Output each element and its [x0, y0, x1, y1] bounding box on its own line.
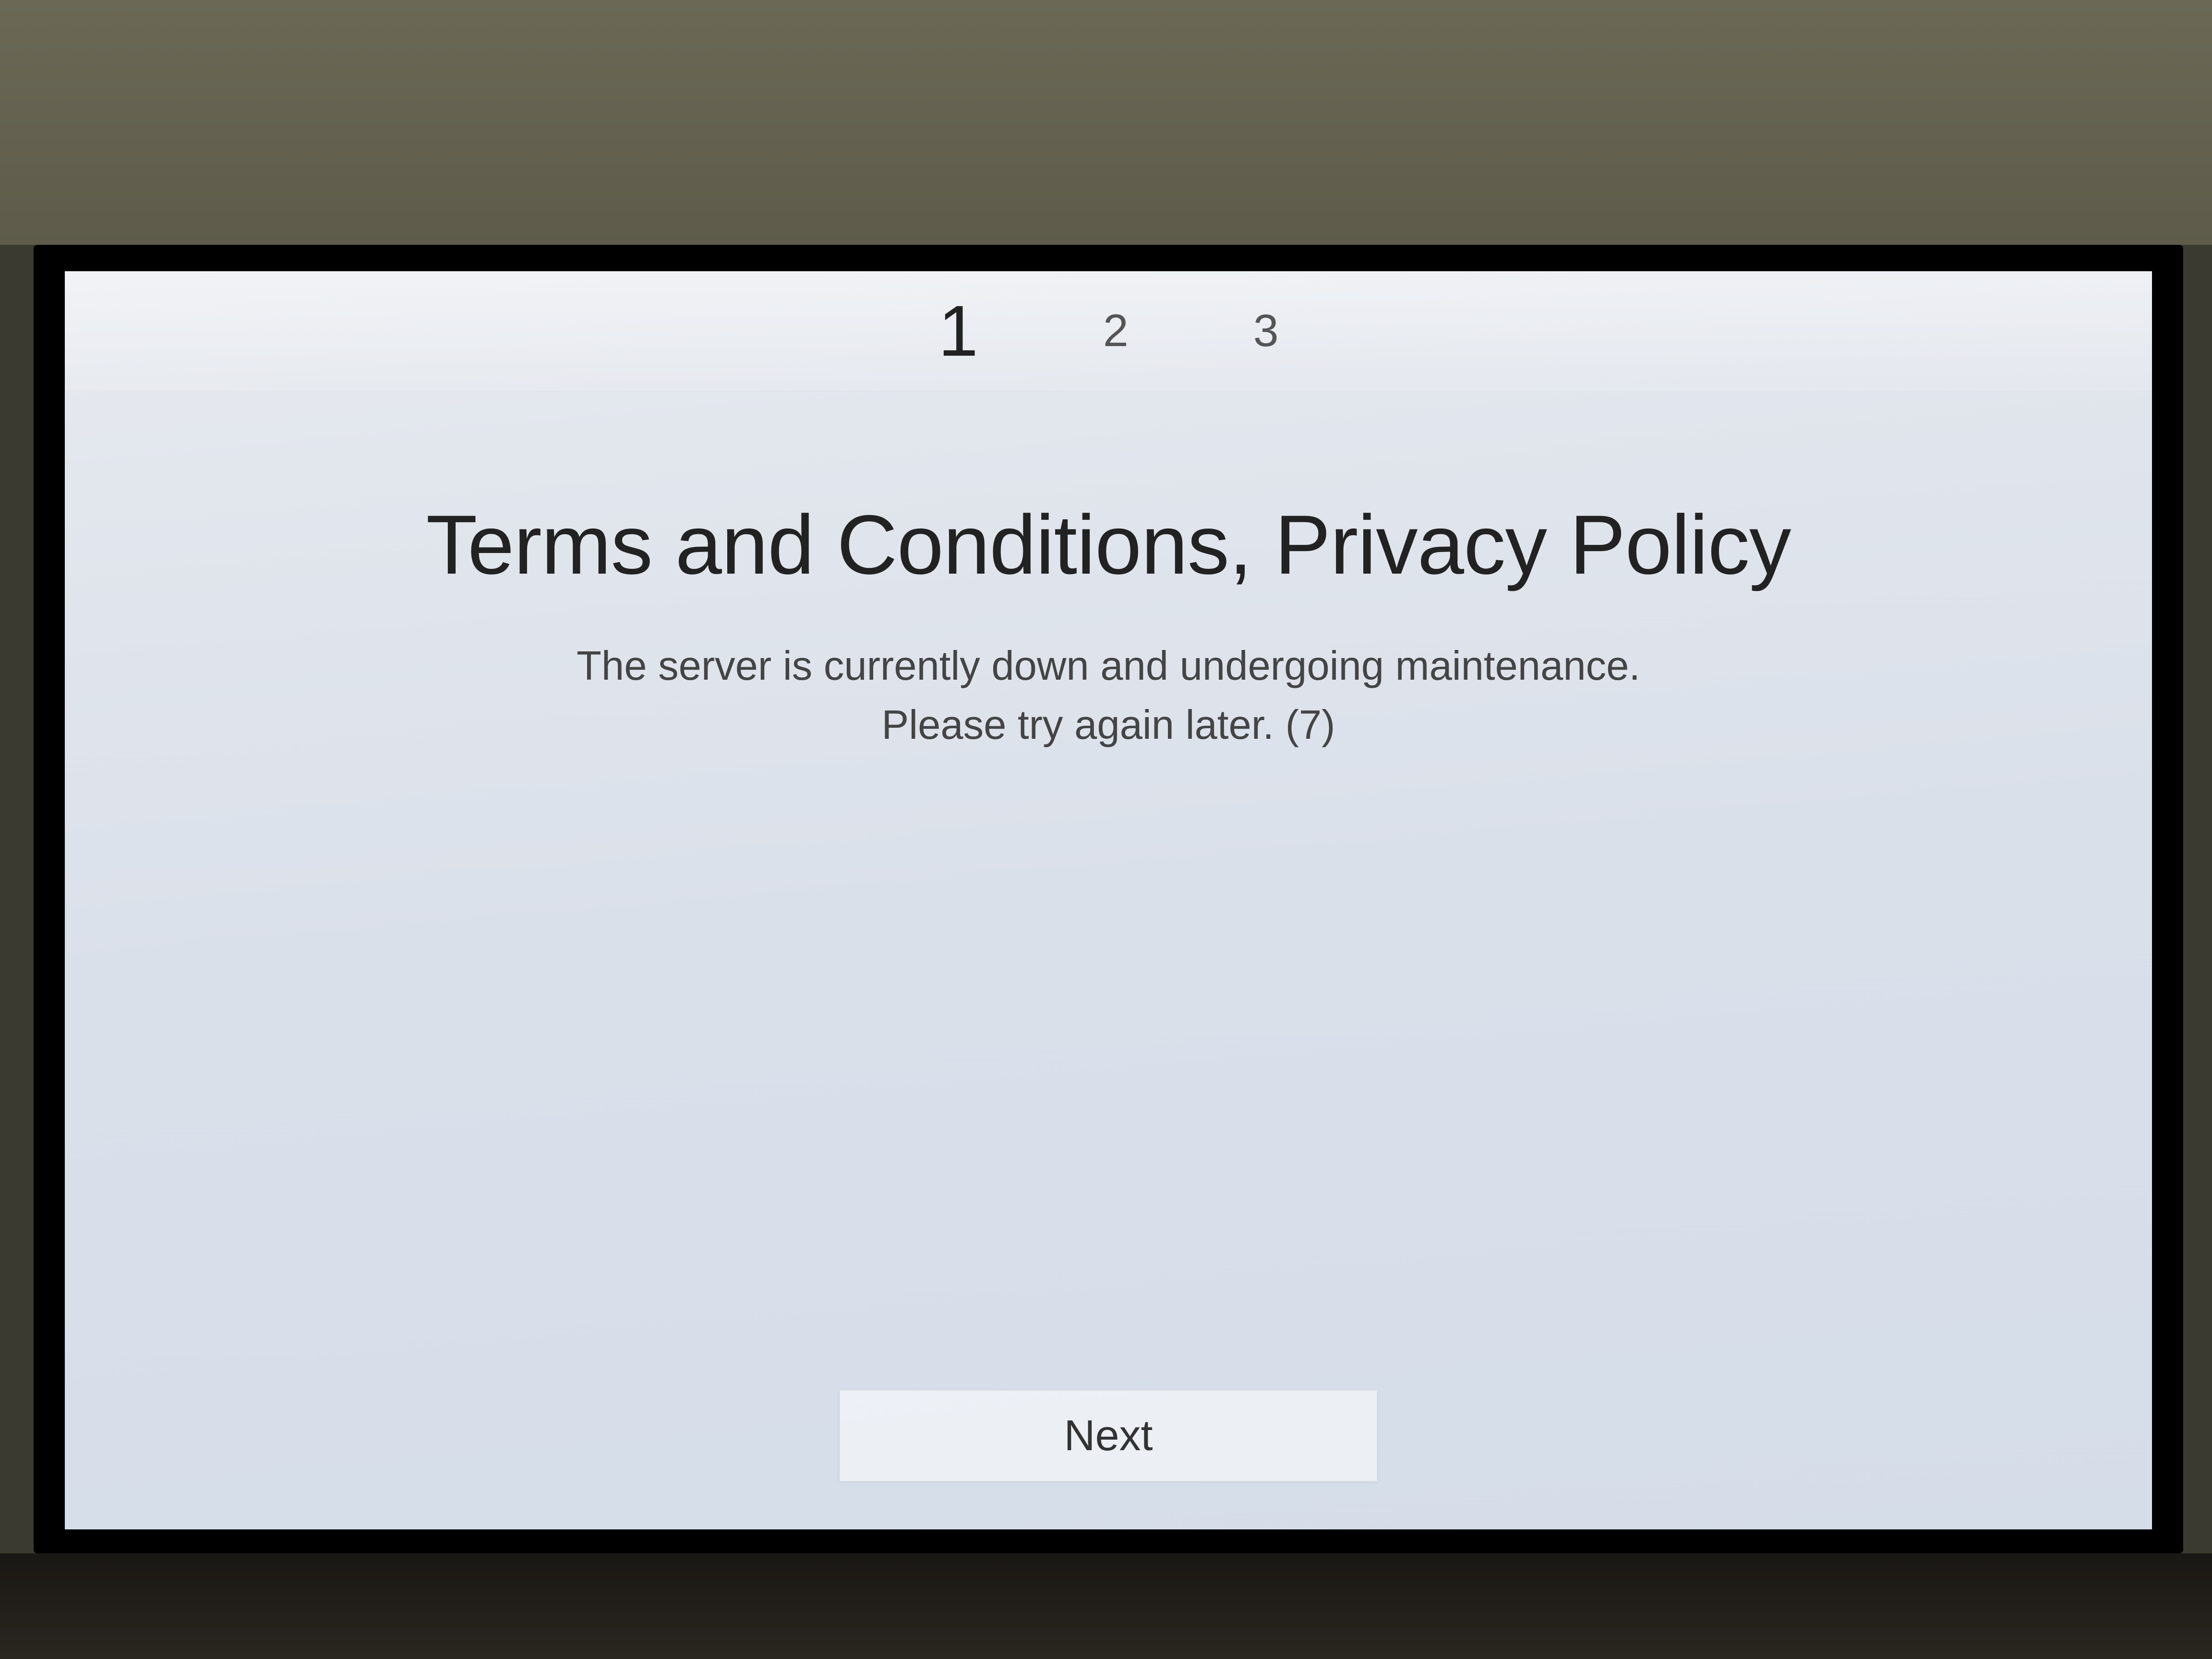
error-message-line1: The server is currently down and undergo…	[577, 637, 1640, 696]
error-message: The server is currently down and undergo…	[577, 637, 1640, 755]
next-button[interactable]: Next	[840, 1390, 1377, 1481]
step-indicator-bar: 1 2 3	[65, 271, 2152, 391]
error-message-line2: Please try again later. (7)	[577, 696, 1640, 755]
tv-bezel: 1 2 3 Terms and Conditions, Privacy Poli…	[34, 245, 2183, 1553]
footer-bar: Next	[65, 1390, 2152, 1529]
page-title: Terms and Conditions, Privacy Policy	[426, 497, 1791, 593]
step-2: 2	[1103, 305, 1129, 357]
tv-screen: 1 2 3 Terms and Conditions, Privacy Poli…	[65, 271, 2152, 1529]
room-wall-background	[0, 0, 2212, 245]
main-content: Terms and Conditions, Privacy Policy The…	[65, 391, 2152, 1390]
step-3: 3	[1253, 305, 1279, 357]
room-floor-shadow	[0, 1553, 2212, 1659]
step-1: 1	[938, 289, 978, 373]
